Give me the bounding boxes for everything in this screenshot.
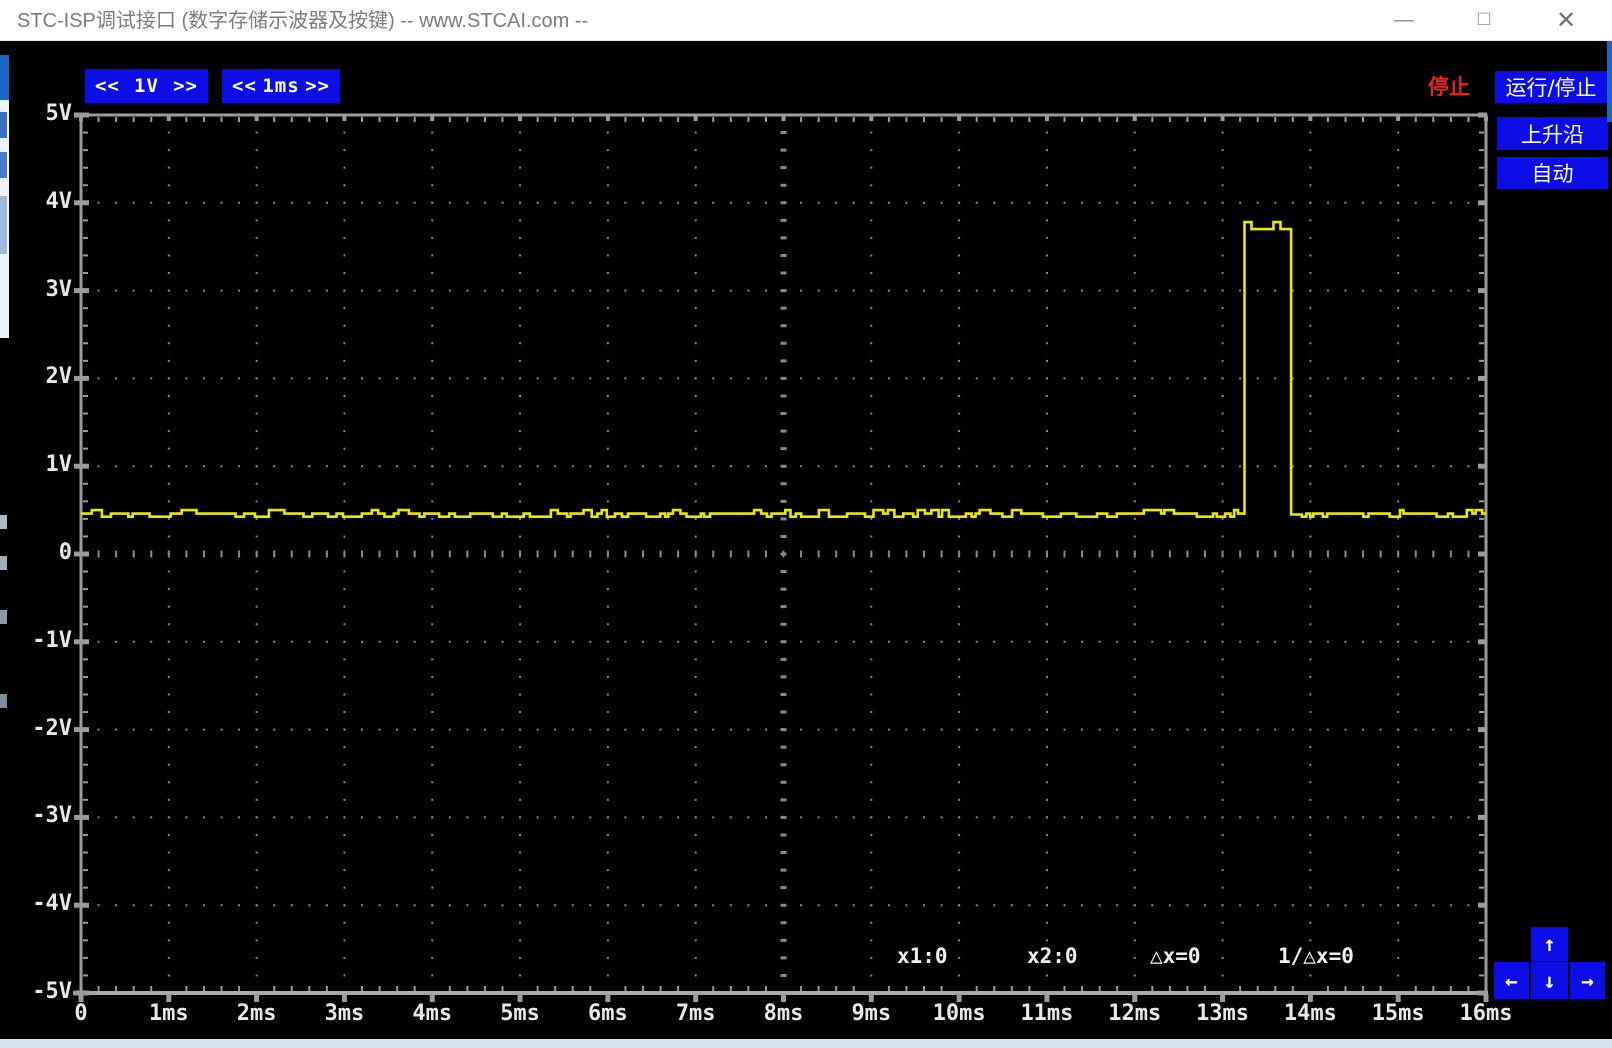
background-window-fragment xyxy=(0,196,7,254)
time-scale-value: 1ms xyxy=(262,75,300,97)
minimize-button[interactable]: — xyxy=(1381,0,1427,40)
maximize-button[interactable]: ☐ xyxy=(1461,0,1507,40)
x-axis-tick-label: 8ms xyxy=(763,1001,804,1026)
y-axis-tick-label: 4V xyxy=(45,188,73,214)
rising-edge-trigger-button[interactable]: 上升沿 xyxy=(1497,117,1608,150)
title-bar: STC-ISP调试接口 (数字存储示波器及按键) -- www.STCAI.co… xyxy=(0,0,1612,41)
y-axis-tick-label: -3V xyxy=(32,803,72,829)
y-axis-tick-label: 2V xyxy=(45,364,73,390)
app-window: x1:0 x2:0 △x=0 1/△x=0 5V 4V 3V 2V 1V 0 -1V -2V -… xyxy=(0,0,1612,1048)
background-window-fragment xyxy=(0,515,7,529)
scroll-left-button[interactable]: ← xyxy=(1494,962,1529,999)
x-axis-tick-label: 0 xyxy=(74,1001,88,1026)
scroll-down-button[interactable]: ↓ xyxy=(1531,962,1568,999)
cursor-x1-readout: x1:0 xyxy=(897,944,948,968)
time-scale-button[interactable]: << 1ms >> xyxy=(222,69,340,103)
x-axis-tick-label: 9ms xyxy=(851,1001,892,1026)
inverse-delta-x-readout: 1/△x=0 xyxy=(1278,944,1354,968)
background-window-fragment xyxy=(0,556,7,570)
delta-x-readout: △x=0 xyxy=(1150,944,1201,968)
y-axis-tick-label: -1V xyxy=(32,627,72,653)
y-axis-tick-label: -4V xyxy=(32,891,72,917)
background-window-fragment xyxy=(0,610,7,624)
x-axis-tick-label: 2ms xyxy=(236,1001,277,1026)
x-axis-tick-label: 16ms xyxy=(1459,1001,1513,1026)
volt-scale-value: 1V xyxy=(134,75,159,97)
y-axis-tick-label: 1V xyxy=(45,452,73,478)
x-axis-tick-label: 7ms xyxy=(675,1001,716,1026)
y-axis-tick-label: 5V xyxy=(45,101,73,126)
status-stopped-label: 停止 xyxy=(1428,75,1470,99)
background-window-fragment xyxy=(1607,36,1612,122)
window-title: STC-ISP调试接口 (数字存储示波器及按键) -- www.STCAI.co… xyxy=(17,10,589,32)
volt-scale-button[interactable]: << 1V >> xyxy=(85,69,208,103)
cursor-x2-readout: x2:0 xyxy=(1027,944,1078,968)
x-axis-tick-label: 13ms xyxy=(1196,1001,1250,1026)
auto-button[interactable]: 自动 xyxy=(1497,157,1608,189)
x-axis-tick-label: 11ms xyxy=(1020,1001,1074,1026)
background-window-fragment xyxy=(0,152,7,178)
x-axis-tick-label: 1ms xyxy=(148,1001,189,1026)
close-button[interactable]: ✕ xyxy=(1543,0,1589,40)
volt-scale-decrease[interactable]: << xyxy=(95,75,120,97)
x-axis-tick-label: 12ms xyxy=(1108,1001,1162,1026)
y-axis-tick-label: 3V xyxy=(45,276,73,302)
background-window-fragment xyxy=(0,694,7,708)
x-axis-tick-label: 3ms xyxy=(324,1001,365,1026)
y-axis-tick-label: 0 xyxy=(58,540,72,565)
background-window-fragment xyxy=(0,55,9,100)
time-scale-decrease[interactable]: << xyxy=(232,75,257,97)
x-axis-tick-label: 4ms xyxy=(412,1001,453,1026)
background-window-fragment xyxy=(0,112,7,138)
background-window-fragment xyxy=(0,1039,1612,1048)
x-axis-tick-label: 15ms xyxy=(1371,1001,1425,1026)
x-axis-tick-label: 10ms xyxy=(932,1001,986,1026)
volt-scale-increase[interactable]: >> xyxy=(173,75,198,97)
scroll-up-button[interactable]: ↑ xyxy=(1531,927,1568,961)
x-axis-tick-label: 5ms xyxy=(500,1001,540,1026)
scroll-right-button[interactable]: → xyxy=(1570,962,1605,999)
x-axis-tick-label: 14ms xyxy=(1283,1001,1337,1026)
waveform-trace xyxy=(81,220,1486,518)
run-stop-button[interactable]: 运行/停止 xyxy=(1495,71,1607,103)
time-scale-increase[interactable]: >> xyxy=(305,75,330,97)
oscilloscope-display[interactable] xyxy=(0,0,1612,1048)
y-axis-tick-label: -2V xyxy=(32,715,72,741)
x-axis-tick-label: 6ms xyxy=(588,1001,628,1026)
